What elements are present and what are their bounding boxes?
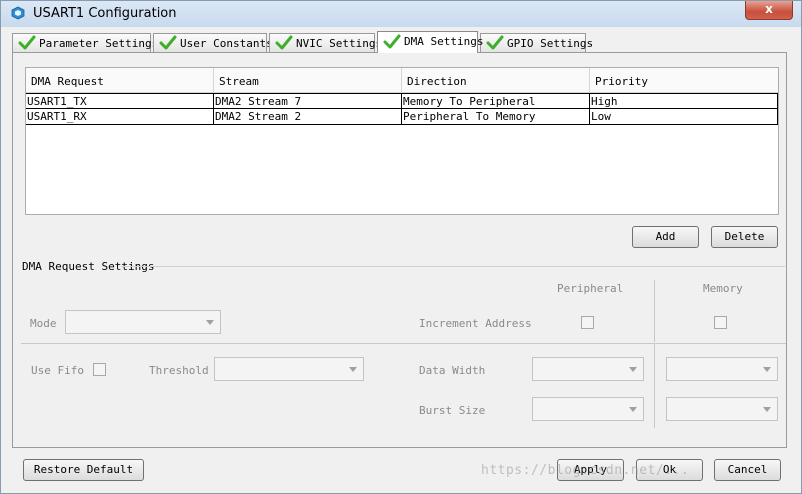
table-row[interactable]: USART1_TX DMA2 Stream 7 Memory To Periph… xyxy=(26,93,778,110)
chevron-down-icon xyxy=(349,367,357,372)
tab-user-constants[interactable]: User Constants xyxy=(153,33,273,52)
memory-header: Memory xyxy=(703,282,743,295)
tab-label: User Constants xyxy=(180,37,273,50)
table-cell: DMA2 Stream 2 xyxy=(214,109,402,125)
green-check-icon xyxy=(383,34,401,49)
tab-parameter-settings[interactable]: Parameter Settings xyxy=(12,33,158,52)
green-check-icon xyxy=(159,35,177,50)
table-cell: USART1_RX xyxy=(26,109,214,125)
threshold-select[interactable] xyxy=(214,357,364,381)
peripheral-header: Peripheral xyxy=(557,282,624,295)
window-title: USART1 Configuration xyxy=(33,6,177,21)
column-divider xyxy=(654,280,655,342)
chevron-down-icon xyxy=(763,367,771,372)
increment-address-label: Increment Address xyxy=(419,317,532,330)
title-bar[interactable]: USART1 Configuration x xyxy=(1,1,801,27)
table-cell: Low xyxy=(590,109,778,125)
memory-burst-size-select[interactable] xyxy=(666,397,778,421)
peripheral-burst-size-select[interactable] xyxy=(532,397,644,421)
table-cell: High xyxy=(590,94,778,110)
group-divider xyxy=(121,266,785,267)
mode-label: Mode xyxy=(30,317,57,330)
tab-label: DMA Settings xyxy=(404,35,484,48)
add-button[interactable]: Add xyxy=(632,226,699,248)
memory-increment-checkbox[interactable] xyxy=(714,316,727,329)
peripheral-data-width-select[interactable] xyxy=(532,357,644,381)
cube-app-icon xyxy=(11,6,25,20)
green-check-icon xyxy=(18,35,36,50)
green-check-icon xyxy=(275,35,293,50)
threshold-label: Threshold xyxy=(149,364,209,377)
memory-data-width-select[interactable] xyxy=(666,357,778,381)
column-header[interactable]: Stream xyxy=(214,68,402,92)
chevron-down-icon xyxy=(206,320,214,325)
table-header: DMA Request Stream Direction Priority xyxy=(26,68,778,93)
column-divider xyxy=(654,344,655,428)
burst-size-label: Burst Size xyxy=(419,404,486,417)
table-row[interactable]: USART1_RX DMA2 Stream 2 Peripheral To Me… xyxy=(26,109,778,125)
tab-nvic-settings[interactable]: NVIC Settings xyxy=(269,33,382,52)
table-cell: Memory To Peripheral xyxy=(402,94,590,110)
table-cell: DMA2 Stream 7 xyxy=(214,94,402,110)
tab-label: NVIC Settings xyxy=(296,37,383,50)
use-fifo-checkbox[interactable] xyxy=(93,363,106,376)
data-width-label: Data Width xyxy=(419,364,486,377)
tab-dma-settings[interactable]: DMA Settings xyxy=(377,31,483,53)
restore-default-button[interactable]: Restore Default xyxy=(23,459,144,481)
tab-label: Parameter Settings xyxy=(39,37,159,50)
column-header[interactable]: DMA Request xyxy=(26,68,214,92)
chevron-down-icon xyxy=(763,407,771,412)
row-divider xyxy=(21,343,786,344)
dma-request-table: DMA Request Stream Direction Priority US… xyxy=(25,67,779,215)
peripheral-increment-checkbox[interactable] xyxy=(581,316,594,329)
tab-label: GPIO Settings xyxy=(507,37,594,50)
column-header[interactable]: Priority xyxy=(590,68,778,92)
mode-select[interactable] xyxy=(65,310,221,334)
dialog-window: USART1 Configuration x Parameter Setting… xyxy=(0,0,802,494)
chevron-down-icon xyxy=(629,367,637,372)
delete-button[interactable]: Delete xyxy=(711,226,778,248)
close-button[interactable]: x xyxy=(745,1,793,20)
green-check-icon xyxy=(486,35,504,50)
column-header[interactable]: Direction xyxy=(402,68,590,92)
cancel-button[interactable]: Cancel xyxy=(714,459,781,481)
table-cell: Peripheral To Memory xyxy=(402,109,590,125)
chevron-down-icon xyxy=(629,407,637,412)
table-cell: USART1_TX xyxy=(26,94,214,110)
watermark-text: https://blog.csdn.net/... xyxy=(481,463,690,478)
tab-gpio-settings[interactable]: GPIO Settings xyxy=(480,33,593,52)
use-fifo-label: Use Fifo xyxy=(31,364,84,377)
